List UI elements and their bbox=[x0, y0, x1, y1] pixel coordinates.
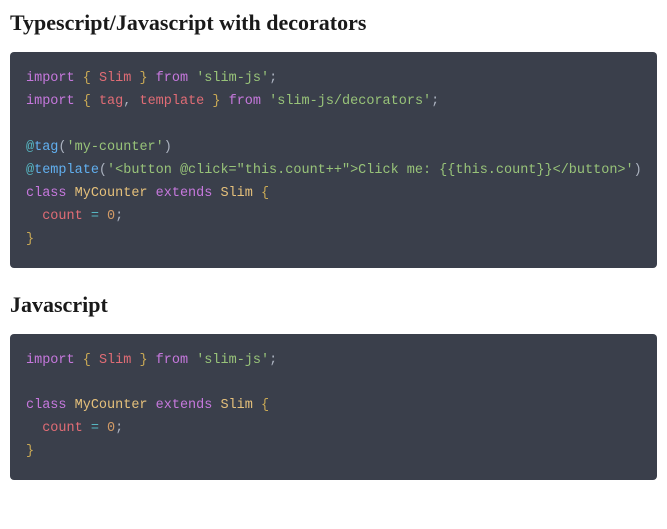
code-token: class bbox=[26, 186, 67, 201]
code-token: from bbox=[156, 353, 188, 368]
code-token: ; bbox=[431, 94, 439, 109]
code-token bbox=[148, 353, 156, 368]
section-heading: Javascript bbox=[10, 292, 657, 318]
code-token bbox=[67, 398, 75, 413]
code-token: tag bbox=[99, 94, 123, 109]
code-token bbox=[261, 94, 269, 109]
code-token bbox=[221, 94, 229, 109]
code-token: ; bbox=[269, 71, 277, 86]
code-token bbox=[91, 94, 99, 109]
code-token bbox=[83, 421, 91, 436]
code-token: { bbox=[83, 71, 91, 86]
code-token: ( bbox=[99, 163, 107, 178]
code-token: 'slim-js/decorators' bbox=[269, 94, 431, 109]
code-token: tag bbox=[34, 140, 58, 155]
code-token: import bbox=[26, 94, 75, 109]
code-token bbox=[91, 353, 99, 368]
code-token: extends bbox=[156, 186, 213, 201]
code-token: } bbox=[139, 71, 147, 86]
code-token bbox=[91, 71, 99, 86]
code-token: @ bbox=[26, 163, 34, 178]
code-token: 'slim-js' bbox=[196, 353, 269, 368]
section-heading: Typescript/Javascript with decorators bbox=[10, 10, 657, 36]
code-block: import { Slim } from 'slim-js'; import {… bbox=[10, 52, 657, 268]
code-token: import bbox=[26, 71, 75, 86]
code-token bbox=[67, 186, 75, 201]
code-token: count bbox=[42, 421, 83, 436]
code-token: from bbox=[156, 71, 188, 86]
code-token: 0 bbox=[107, 421, 115, 436]
code-token: MyCounter bbox=[75, 398, 148, 413]
code-token: ( bbox=[58, 140, 66, 155]
code-token bbox=[148, 186, 156, 201]
code-token: Slim bbox=[220, 186, 252, 201]
code-token bbox=[148, 398, 156, 413]
code-token bbox=[253, 186, 261, 201]
code-token: ) bbox=[164, 140, 172, 155]
code-token: } bbox=[212, 94, 220, 109]
code-token: extends bbox=[156, 398, 213, 413]
code-token: @ bbox=[26, 140, 34, 155]
code-token: { bbox=[261, 186, 269, 201]
code-token: import bbox=[26, 353, 75, 368]
code-token: count bbox=[42, 209, 83, 224]
code-token: 'slim-js' bbox=[196, 71, 269, 86]
code-token: ) bbox=[634, 163, 642, 178]
code-token: template bbox=[34, 163, 99, 178]
code-token: = bbox=[91, 209, 99, 224]
code-token: } bbox=[26, 232, 34, 247]
code-token: Slim bbox=[220, 398, 252, 413]
code-token: from bbox=[229, 94, 261, 109]
code-token: Slim bbox=[99, 353, 131, 368]
code-token: ; bbox=[269, 353, 277, 368]
code-token bbox=[75, 94, 83, 109]
code-token: { bbox=[261, 398, 269, 413]
code-token: class bbox=[26, 398, 67, 413]
code-token bbox=[26, 209, 42, 224]
code-token: ; bbox=[115, 209, 123, 224]
code-token bbox=[188, 71, 196, 86]
code-token: template bbox=[139, 94, 204, 109]
code-token bbox=[99, 421, 107, 436]
code-block: import { Slim } from 'slim-js'; class My… bbox=[10, 334, 657, 481]
code-token: { bbox=[83, 353, 91, 368]
code-token bbox=[253, 398, 261, 413]
code-token: 0 bbox=[107, 209, 115, 224]
code-token: MyCounter bbox=[75, 186, 148, 201]
code-token: } bbox=[139, 353, 147, 368]
code-token bbox=[26, 421, 42, 436]
code-token: = bbox=[91, 421, 99, 436]
code-token: ; bbox=[115, 421, 123, 436]
code-token bbox=[75, 353, 83, 368]
code-token: } bbox=[26, 444, 34, 459]
code-token bbox=[99, 209, 107, 224]
code-token bbox=[83, 209, 91, 224]
code-token bbox=[75, 71, 83, 86]
code-token: { bbox=[83, 94, 91, 109]
code-token: '<button @click="this.count++">Click me:… bbox=[107, 163, 634, 178]
code-token bbox=[148, 71, 156, 86]
code-token bbox=[188, 353, 196, 368]
code-token: 'my-counter' bbox=[67, 140, 164, 155]
code-token: Slim bbox=[99, 71, 131, 86]
